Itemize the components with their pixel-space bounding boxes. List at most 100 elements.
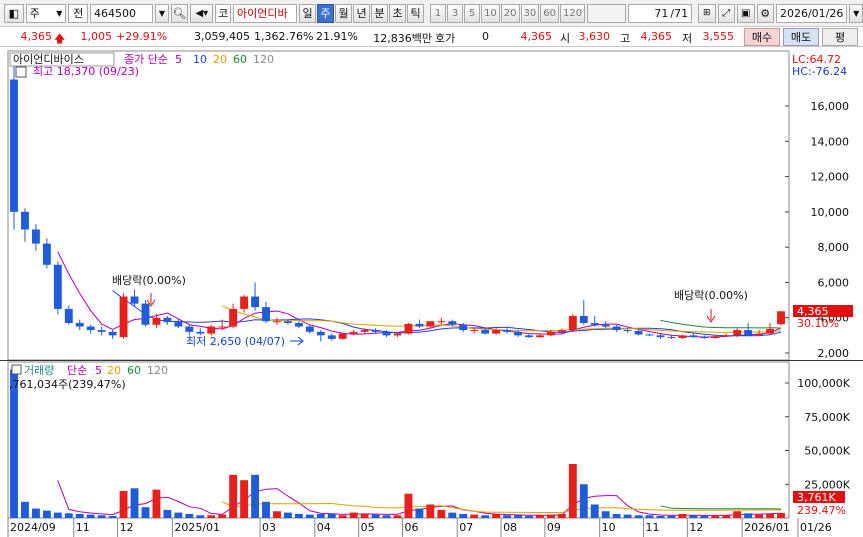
volume-bar — [437, 509, 446, 518]
interval-button-60[interactable]: 60 — [540, 3, 559, 23]
volume-bar — [360, 513, 369, 518]
ma-period-60: 60 — [233, 53, 247, 66]
candle-body — [305, 326, 314, 332]
volume-bar — [21, 501, 29, 518]
crosshair-icon[interactable]: ⤢ — [717, 3, 736, 23]
stock-name[interactable]: 아이언디바 — [233, 3, 298, 23]
time-tick-label: 10 — [602, 521, 616, 534]
period-button-1[interactable]: 주 — [317, 3, 335, 23]
window-icon[interactable]: ◧ — [4, 3, 24, 23]
volume-bar — [174, 512, 183, 518]
candle-body — [744, 330, 753, 336]
hc-value: HC:-76.24 — [792, 65, 847, 78]
volume-bar — [503, 515, 512, 518]
period-button-6[interactable]: 틱 — [407, 3, 425, 23]
period-button-5[interactable]: 초 — [389, 3, 407, 23]
volume-bar — [426, 504, 435, 518]
candle-body — [97, 330, 106, 332]
candle-body — [426, 321, 435, 327]
volume-tick-label: 50,000K — [804, 445, 850, 458]
volume-bar — [294, 513, 303, 518]
candle-body — [174, 322, 183, 327]
vol-ma-period-120: 120 — [147, 364, 168, 377]
save-icon[interactable]: ▣ — [737, 3, 755, 23]
dividend-label-2: 배당락(0.00%) — [674, 289, 748, 302]
period-button-3[interactable]: 년 — [353, 3, 371, 23]
candle-body — [42, 243, 51, 265]
volume-bar — [689, 515, 698, 518]
candle-body — [612, 326, 621, 331]
candle-body — [152, 317, 161, 325]
interval-input[interactable] — [587, 3, 627, 23]
change-pct-tag: 30.10% — [797, 317, 839, 330]
search-button[interactable]: 🔍︎ — [170, 3, 189, 23]
candle-body — [525, 335, 533, 338]
candle-body — [119, 296, 128, 338]
buy-button[interactable]: 매수 — [744, 28, 780, 46]
sell-button[interactable]: 매도 — [783, 28, 819, 46]
interval-button-30[interactable]: 30 — [520, 3, 540, 23]
volume-bar — [108, 515, 117, 518]
volume-bar — [327, 513, 336, 518]
interval-button-20[interactable]: 20 — [500, 3, 520, 23]
time-tick-label: 03 — [262, 521, 276, 534]
volume-bar — [700, 515, 709, 518]
code-input[interactable]: 464500 — [90, 3, 154, 23]
volume-bar — [448, 512, 457, 518]
volume-bar — [744, 513, 753, 518]
interval-button-3[interactable]: 3 — [447, 3, 464, 23]
price-tick-label: 16,000 — [811, 100, 850, 113]
current-price: 4,365 — [20, 30, 53, 43]
volume-bar — [393, 515, 402, 518]
volume-bar — [349, 512, 358, 518]
market-type-value: 주 — [29, 7, 40, 20]
candle-body — [777, 311, 785, 325]
volume-bar — [119, 491, 128, 518]
turnover-rate: 21.91% — [316, 30, 358, 43]
date-dropdown-button[interactable]: ▼ — [849, 3, 863, 23]
table-icon[interactable] — [15, 66, 27, 78]
volume-bar — [601, 511, 610, 518]
candle-body — [755, 333, 764, 336]
candle-body — [130, 296, 139, 304]
gear-icon[interactable]: ⚙ — [756, 3, 774, 23]
period-select[interactable]: 전 — [68, 3, 89, 23]
interval-button-5[interactable]: 5 — [464, 3, 481, 23]
date-input[interactable]: 2026/01/26 — [775, 3, 848, 23]
high-label: 고 — [620, 32, 631, 45]
evaluate-button[interactable]: 평 — [822, 28, 858, 46]
volume-settings-icon[interactable] — [11, 364, 22, 375]
interval-button-120[interactable]: 120 — [560, 3, 586, 23]
period-button-0[interactable]: 일 — [299, 3, 317, 23]
candle-body — [557, 330, 566, 332]
grid-icon[interactable]: ⊞ — [698, 3, 716, 23]
interval-button-10[interactable]: 10 — [481, 3, 500, 23]
market-type-select[interactable]: 주 ▼ — [25, 3, 67, 23]
min-price-note: 최저 2,650 (04/07) — [186, 335, 285, 348]
volume-bar — [382, 515, 391, 518]
candle-body — [31, 229, 40, 244]
period-button-2[interactable]: 월 — [335, 3, 353, 23]
interval-button-1[interactable]: 1 — [430, 3, 447, 23]
vol-ma-period-20: 20 — [107, 364, 121, 377]
volume-bar — [711, 515, 720, 518]
candle-body — [338, 333, 347, 339]
candle-body — [53, 264, 62, 309]
chart-area[interactable]: 16,00014,00012,00010,0008,0006,0004,0002… — [0, 47, 863, 537]
period-button-4[interactable]: 분 — [371, 3, 389, 23]
candle-body — [492, 330, 501, 334]
sound-button[interactable]: ◀▾ — [190, 3, 214, 23]
volume-bar — [196, 515, 205, 518]
chevron-down-icon: ▼ — [853, 8, 860, 18]
volume-bar — [130, 488, 139, 518]
candle-body — [590, 323, 599, 325]
volume-bar — [185, 513, 194, 518]
ma-period-20: 20 — [213, 53, 227, 66]
low-value: 3,555 — [702, 30, 735, 43]
code-dropdown-button[interactable]: ▼ — [155, 3, 169, 23]
candle-body — [283, 321, 292, 324]
volume-bar — [722, 515, 731, 518]
search-icon: 🔍︎ — [172, 6, 187, 20]
vol-ma-period-60: 60 — [127, 364, 141, 377]
volume-bar — [755, 514, 764, 518]
